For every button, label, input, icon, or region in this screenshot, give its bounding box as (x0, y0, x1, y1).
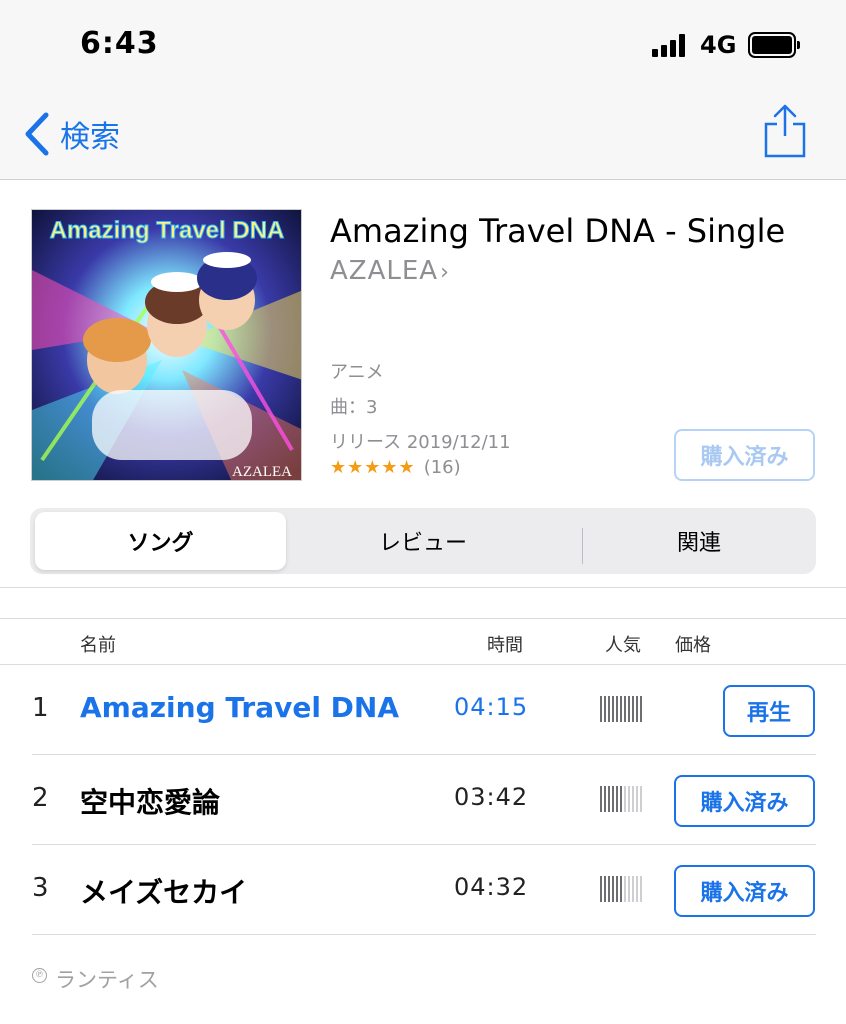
track-name: メイズセカイ (80, 876, 248, 909)
segmented-control: ソング レビュー 関連 (30, 508, 816, 574)
artwork-title-text: Amazing Travel DNA (50, 217, 285, 244)
table-row[interactable]: 1 Amazing Travel DNA 04:15 再生 (0, 665, 846, 755)
release-date: リリース 2019/12/11 (330, 432, 511, 453)
popularity-tick (612, 876, 614, 902)
popularity-tick (628, 786, 630, 812)
track-duration: 03:42 (454, 783, 529, 811)
rating-count: (16) (423, 457, 461, 478)
popularity-tick (632, 696, 634, 722)
back-label: 検索 (60, 120, 120, 155)
popularity-tick (612, 786, 614, 812)
popularity-tick (640, 876, 642, 902)
popularity-tick (628, 876, 630, 902)
table-row[interactable]: 2 空中恋愛論 03:42 購入済み (0, 755, 846, 845)
artist-link[interactable]: AZALEA› (330, 256, 450, 286)
popularity-tick (624, 696, 626, 722)
popularity-tick (600, 786, 602, 812)
popularity-tick (636, 786, 638, 812)
popularity-tick (604, 786, 606, 812)
genre: アニメ (330, 362, 384, 383)
popularity-tick (616, 696, 618, 722)
star-rating-icon: ★★★★★ (330, 457, 416, 478)
popularity-tick (624, 876, 626, 902)
table-row[interactable]: 3 メイズセカイ 04:32 購入済み (0, 845, 846, 935)
purchased-button[interactable]: 購入済み (674, 865, 815, 917)
clock: 6:43 (80, 26, 159, 61)
battery-icon (748, 32, 800, 58)
track-name: 空中恋愛論 (80, 786, 221, 819)
popularity-tick (608, 786, 610, 812)
column-header-popularity: 人気 (605, 635, 641, 656)
status-bar: 6:43 4G (0, 0, 846, 90)
purchased-button[interactable]: 購入済み (674, 775, 815, 827)
popularity-tick (620, 876, 622, 902)
artwork-artist-text: AZALEA (232, 464, 292, 480)
column-header-name: 名前 (80, 635, 116, 656)
column-header-price: 価格 (675, 635, 711, 656)
popularity-tick (640, 696, 642, 722)
popularity-bar (600, 786, 644, 812)
popularity-tick (640, 786, 642, 812)
popularity-tick (616, 786, 618, 812)
popularity-tick (604, 696, 606, 722)
track-number: 1 (32, 693, 49, 723)
chevron-right-icon: › (440, 260, 450, 285)
popularity-tick (632, 876, 634, 902)
tab-songs[interactable]: ソング (35, 512, 286, 570)
back-button[interactable]: 検索 (24, 112, 120, 156)
artist-name: AZALEA (330, 256, 439, 286)
divider (0, 587, 846, 588)
track-number: 3 (32, 873, 49, 903)
popularity-tick (636, 696, 638, 722)
popularity-tick (636, 876, 638, 902)
copyright: ℗ ランティス (32, 964, 159, 994)
popularity-tick (628, 696, 630, 722)
rating: ★★★★★ (16) (330, 457, 461, 478)
popularity-tick (608, 876, 610, 902)
popularity-tick (620, 786, 622, 812)
divider (0, 618, 846, 619)
tab-reviews[interactable]: レビュー (292, 512, 554, 570)
track-duration: 04:15 (454, 693, 529, 721)
popularity-tick (608, 696, 610, 722)
copyright-label: ランティス (55, 968, 159, 992)
popularity-tick (600, 876, 602, 902)
popularity-tick (624, 786, 626, 812)
popularity-tick (620, 696, 622, 722)
album-title: Amazing Travel DNA - Single (330, 212, 786, 250)
popularity-tick (604, 876, 606, 902)
chevron-left-icon (25, 112, 49, 156)
cellular-signal-icon (652, 33, 690, 57)
album-purchased-button[interactable]: 購入済み (674, 429, 815, 481)
popularity-tick (612, 696, 614, 722)
popularity-tick (632, 786, 634, 812)
popularity-bar (600, 696, 644, 722)
popularity-bar (600, 876, 644, 902)
popularity-tick (616, 876, 618, 902)
column-header-time: 時間 (487, 635, 523, 656)
track-count: 曲：3 (330, 397, 378, 418)
navigation-bar: 検索 (0, 90, 846, 180)
network-type: 4G (700, 31, 737, 59)
track-duration: 04:32 (454, 873, 529, 901)
play-button[interactable]: 再生 (723, 685, 815, 737)
track-number: 2 (32, 783, 49, 813)
album-artwork: Amazing Travel DNA AZALEA (31, 209, 302, 481)
track-name: Amazing Travel DNA (80, 691, 400, 724)
tab-related[interactable]: 関連 (586, 512, 812, 570)
popularity-tick (600, 696, 602, 722)
divider (32, 934, 816, 935)
phonogram-icon: ℗ (32, 967, 47, 983)
segment-divider (582, 528, 583, 564)
share-icon[interactable] (762, 102, 808, 158)
